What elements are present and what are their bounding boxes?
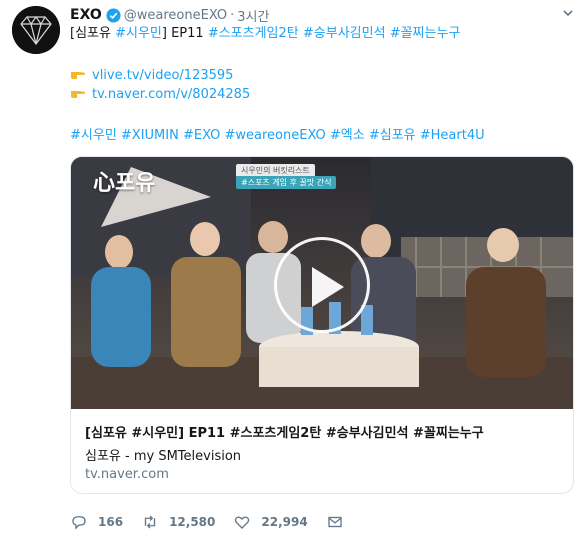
like-count: 22,994	[261, 515, 308, 529]
tweet-text-line-1: [심포유 #시우민] EP11 #스포츠게임2탄 #승부사김민석 #꼴찌는누구	[70, 25, 460, 43]
link-card[interactable]: 心포유 시우민의 버킷리스트 #스포츠 게임 후 꿀맛 간식 [심포유 #시우민…	[70, 156, 574, 494]
retweet-button[interactable]: 12,580	[141, 513, 215, 531]
retweet-icon	[144, 515, 156, 529]
exo-logo-avatar-icon	[12, 6, 60, 54]
hashtag-link[interactable]: #승부사김민석	[303, 26, 386, 41]
card-subtitle: 심포유 - my SMTelevision	[85, 449, 242, 464]
hashtag-link[interactable]: #꼴찌는누구	[390, 26, 461, 41]
tweet-link-line-2: tv.naver.com/v/8024285	[70, 86, 250, 104]
avatar[interactable]	[12, 6, 60, 54]
retweet-count: 12,580	[169, 515, 216, 529]
text-mid: ] EP11	[161, 26, 204, 41]
play-icon	[312, 267, 344, 307]
heart-icon	[235, 516, 250, 529]
card-domain: tv.naver.com	[85, 467, 169, 482]
author-name[interactable]: EXO	[70, 7, 102, 23]
tweet-link-line-1: vlive.tv/video/123595	[70, 67, 233, 85]
pointing-hand-emoji-icon	[71, 72, 85, 79]
play-button[interactable]	[274, 237, 370, 333]
verified-badge-icon	[106, 7, 121, 23]
reply-icon	[72, 516, 86, 530]
naver-link[interactable]: tv.naver.com/v/8024285	[92, 87, 250, 102]
pointing-hand-emoji-icon	[71, 91, 85, 98]
reply-button[interactable]: 166	[70, 513, 123, 531]
tweet-actions: 166 12,580 22,994	[70, 512, 372, 532]
separator-dot: ·	[230, 7, 235, 23]
direct-message-button[interactable]	[326, 513, 354, 531]
reply-count: 166	[98, 515, 124, 529]
tweet-timestamp[interactable]: 3시간	[237, 6, 269, 25]
author-handle[interactable]: @weareoneEXO	[124, 8, 227, 23]
tweet-hashtags[interactable]: #시우민 #XIUMIN #EXO #weareoneEXO #엑소 #심포유 …	[70, 127, 485, 145]
envelope-icon	[328, 516, 342, 528]
tweet-header: EXO @weareoneEXO · 3시간	[70, 5, 269, 25]
text-prefix: [심포유	[70, 26, 111, 41]
card-title[interactable]: [심포유 #시우민] EP11 #스포츠게임2탄 #승부사김민석 #꼴찌는누구	[85, 422, 484, 441]
hashtag-link[interactable]: #스포츠게임2탄	[208, 26, 299, 41]
like-button[interactable]: 22,994	[233, 513, 308, 531]
thumbnail-subcaption: #스포츠 게임 후 꿀맛 간식	[236, 176, 337, 189]
chevron-down-icon[interactable]	[562, 7, 574, 19]
hashtag-link[interactable]: #시우민	[115, 26, 162, 41]
thumbnail-logo: 心포유	[93, 171, 156, 196]
video-thumbnail[interactable]: 心포유 시우민의 버킷리스트 #스포츠 게임 후 꿀맛 간식	[71, 157, 573, 409]
vlive-link[interactable]: vlive.tv/video/123595	[92, 68, 233, 83]
